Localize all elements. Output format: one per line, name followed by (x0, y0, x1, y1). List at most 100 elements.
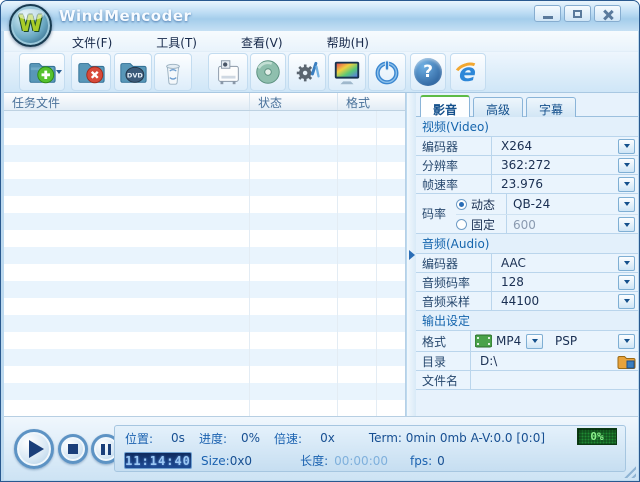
output-format-row: 格式 MP4 PSP (416, 331, 638, 352)
table-body[interactable] (4, 111, 405, 416)
menu-file[interactable]: 文件(F) (58, 31, 126, 51)
play-button[interactable] (14, 429, 54, 469)
burn-disc-button[interactable] (250, 53, 286, 91)
field-label: 音频码率 (416, 273, 492, 291)
dynamic-bitrate-value[interactable]: QB-24 (507, 197, 618, 211)
window-title: WindMencoder (59, 7, 192, 25)
column-divider (337, 111, 338, 416)
radio-label[interactable]: 动态 (471, 194, 507, 214)
field-label: 格式 (416, 331, 471, 351)
video-encoder-value[interactable]: X264 (492, 139, 618, 153)
field-label: 文件名 (416, 371, 471, 389)
tab-av[interactable]: 影音 (420, 95, 470, 117)
audio-bitrate-row: 音频码率 128 (416, 273, 638, 292)
tab-subtitle[interactable]: 字幕 (526, 97, 576, 117)
stop-button[interactable] (58, 434, 88, 464)
toolbar: DVD ? e (4, 51, 638, 93)
dropdown-button[interactable] (618, 293, 635, 309)
preset-value[interactable]: PSP (546, 334, 618, 348)
timer-display: 11:14:40 (124, 452, 192, 469)
dropdown-button[interactable] (618, 176, 635, 192)
radio-dynamic[interactable] (456, 198, 467, 210)
encoder-machine-icon (218, 60, 239, 85)
maximize-button[interactable] (564, 5, 591, 22)
remove-task-button[interactable] (71, 53, 111, 91)
menu-help[interactable]: 帮助(H) (313, 31, 383, 51)
gear-tools-icon (296, 61, 320, 82)
close-icon (603, 9, 613, 19)
clear-tasks-button[interactable] (154, 53, 192, 91)
dropdown-button[interactable] (618, 138, 635, 154)
column-header-taskfile[interactable]: 任务文件 (4, 93, 249, 110)
browse-folder-button[interactable] (617, 354, 636, 369)
audio-sample-value[interactable]: 44100 (492, 294, 618, 308)
video-encoder-row: 编码器 X264 (416, 137, 638, 156)
field-label: 编码器 (416, 137, 492, 155)
column-divider (249, 111, 250, 416)
container-format-value[interactable]: MP4 (492, 334, 526, 348)
position-value: 0s (171, 431, 185, 445)
filename-row: 文件名 (416, 371, 638, 390)
menu-view[interactable]: 查看(V) (227, 31, 297, 51)
tab-strip: 影音 高级 字幕 (416, 93, 638, 117)
minimize-icon (542, 15, 553, 19)
monitor-icon (334, 61, 360, 85)
radio-label[interactable]: 固定 (471, 215, 507, 234)
title-bar[interactable]: W WindMencoder (1, 1, 639, 47)
column-header-status[interactable]: 状态 (249, 93, 337, 110)
dropdown-caret-icon[interactable] (56, 70, 62, 77)
dropdown-button[interactable] (618, 157, 635, 173)
help-button[interactable]: ? (410, 53, 446, 91)
format-file-icon (475, 334, 492, 348)
add-task-button[interactable] (19, 53, 65, 91)
power-button[interactable] (368, 53, 406, 91)
close-button[interactable] (594, 5, 621, 22)
dropdown-button[interactable] (618, 217, 635, 232)
size-value: 0x0 (229, 453, 253, 468)
folder-remove-icon (78, 63, 105, 84)
status-panel: 位置: 0s 进度: 0% 倍速: 0x Term: 0min 0mb A-V:… (114, 425, 626, 472)
chevron-down-icon (623, 222, 630, 230)
window-controls (534, 5, 621, 22)
chevron-down-icon (623, 261, 630, 268)
chevron-down-icon (623, 163, 630, 170)
length-value: 00:00:00 (334, 453, 389, 468)
dropdown-button[interactable] (618, 274, 635, 290)
minimize-button[interactable] (534, 5, 561, 22)
column-header-format[interactable]: 格式 (337, 93, 376, 110)
section-title: 视频(Video) (422, 120, 489, 134)
radio-fixed[interactable] (456, 219, 467, 230)
size-label: Size: (201, 453, 230, 468)
menu-tools[interactable]: 工具(T) (142, 31, 211, 51)
bitrate-fixed-option: 固定 600 (456, 214, 638, 234)
fixed-bitrate-value[interactable]: 600 (507, 218, 618, 232)
section-title: 输出设定 (422, 314, 471, 328)
power-icon (375, 60, 399, 85)
start-encode-button[interactable] (208, 53, 248, 91)
preview-button[interactable] (328, 53, 366, 91)
status-row-1: 位置: 0s 进度: 0% 倍速: 0x Term: 0min 0mb A-V:… (115, 426, 625, 450)
menu-bar: 文件(F) 工具(T) 查看(V) 帮助(H) (4, 31, 638, 51)
tab-advanced[interactable]: 高级 (473, 97, 523, 117)
add-dvd-button[interactable]: DVD (114, 53, 152, 91)
app-logo-icon: W (9, 4, 52, 47)
audio-bitrate-value[interactable]: 128 (492, 275, 618, 289)
website-button[interactable]: e (450, 53, 486, 91)
audio-encoder-value[interactable]: AAC (492, 256, 618, 270)
help-icon: ? (414, 58, 442, 86)
framerate-row: 帧速率 23.976 (416, 175, 638, 194)
length-label: 长度: (300, 454, 329, 468)
audio-sample-row: 音频采样 44100 (416, 292, 638, 311)
resolution-value[interactable]: 362:272 (492, 158, 618, 172)
ie-browser-icon: e (451, 57, 484, 87)
panel-splitter[interactable] (407, 93, 416, 416)
settings-button[interactable] (288, 53, 326, 91)
output-dir-value[interactable]: D:\ (471, 354, 617, 368)
fps-label: fps: (410, 453, 433, 468)
dropdown-button[interactable] (618, 255, 635, 271)
framerate-value[interactable]: 23.976 (492, 177, 618, 191)
logo-letter: W (18, 12, 43, 37)
dropdown-button[interactable] (526, 333, 543, 349)
dropdown-button[interactable] (618, 333, 635, 349)
dropdown-button[interactable] (618, 196, 635, 212)
